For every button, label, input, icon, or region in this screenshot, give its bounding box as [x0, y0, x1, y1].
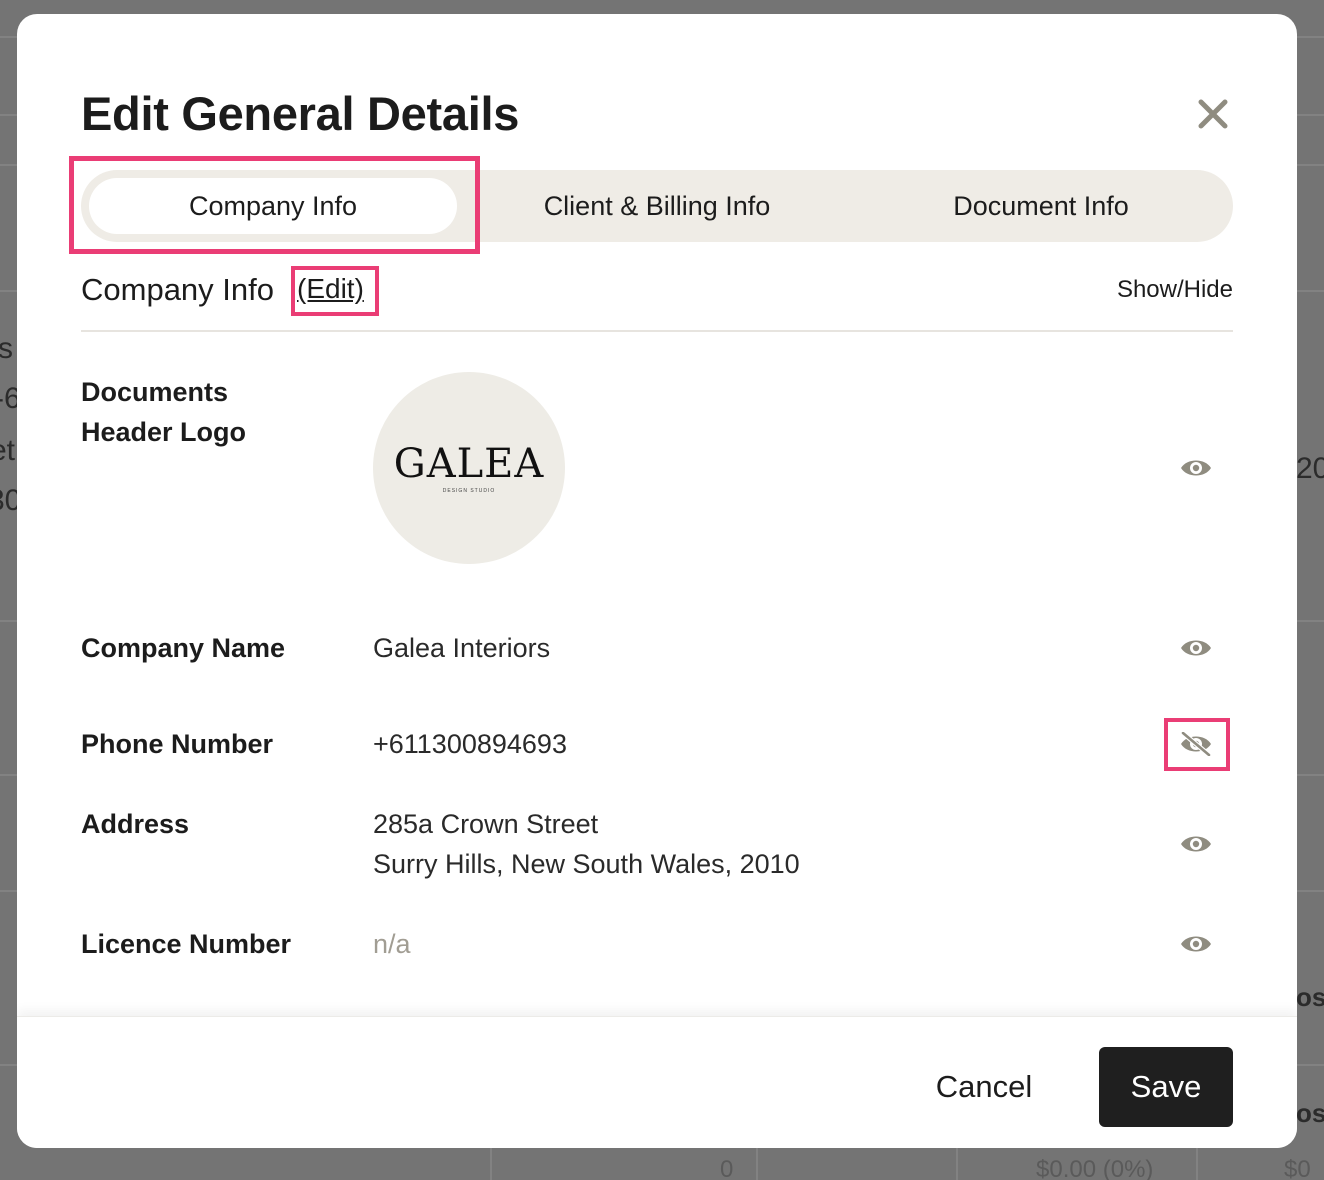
company-name-value: Galea Interiors [373, 633, 551, 663]
logo-label-line: Header Logo [81, 417, 247, 447]
address-line: 285a Crown Street [373, 809, 599, 839]
company-logo: GALEA DESIGN STUDIO [373, 372, 565, 564]
close-icon [1198, 99, 1228, 129]
logo-wordmark: GALEA [393, 441, 545, 487]
bg-text-fragment: ose [1296, 982, 1324, 1012]
bg-text-fragment: s [0, 332, 13, 365]
eye-icon[interactable] [1179, 456, 1213, 480]
highlight-box [1164, 718, 1230, 771]
tab-document-info[interactable]: Document Info [857, 178, 1225, 234]
tab-client-billing-info[interactable]: Client & Billing Info [473, 178, 841, 234]
cancel-button[interactable]: Cancel [917, 1059, 1051, 1115]
bg-text-fragment: et [0, 434, 16, 467]
close-button[interactable] [1193, 94, 1233, 134]
licence-number-label: Licence Number [81, 929, 292, 959]
show-hide-label: Show/Hide [1116, 276, 1233, 303]
logo-label-line: Documents [81, 377, 229, 407]
address-line: Surry Hills, New South Wales, 2010 [373, 849, 800, 879]
bg-table-cell: $0 [1284, 1156, 1311, 1180]
save-button[interactable]: Save [1099, 1047, 1233, 1127]
eye-icon[interactable] [1179, 636, 1213, 660]
address-label: Address [81, 809, 190, 839]
section-title: Company Info [81, 272, 274, 307]
bg-text-fragment: ost [1296, 1098, 1324, 1128]
address-value: 285a Crown Street Surry Hills, New South… [373, 804, 800, 884]
logo-subtext: DESIGN STUDIO [442, 488, 496, 494]
edit-general-details-modal: Edit General Details Company Info Client… [17, 14, 1297, 1148]
logo-label: Documents Header Logo [81, 372, 246, 452]
bg-text-fragment: 20 [1296, 452, 1324, 485]
section-header: Company Info (Edit) Show/Hide [81, 266, 1233, 332]
eye-icon[interactable] [1179, 832, 1213, 856]
phone-number-label: Phone Number [81, 729, 274, 759]
highlight-box [291, 266, 379, 316]
highlight-box [69, 156, 480, 254]
modal-title: Edit General Details [81, 87, 520, 140]
company-name-label: Company Name [81, 633, 286, 663]
bg-table-cell: 0 [720, 1156, 734, 1180]
bg-table-cell: $0.00 (0%) [1036, 1156, 1154, 1180]
eye-icon[interactable] [1179, 932, 1213, 956]
phone-number-value: +611300894693 [373, 729, 567, 759]
modal-footer: Cancel Save [17, 1016, 1297, 1148]
licence-number-value: n/a [373, 929, 411, 959]
